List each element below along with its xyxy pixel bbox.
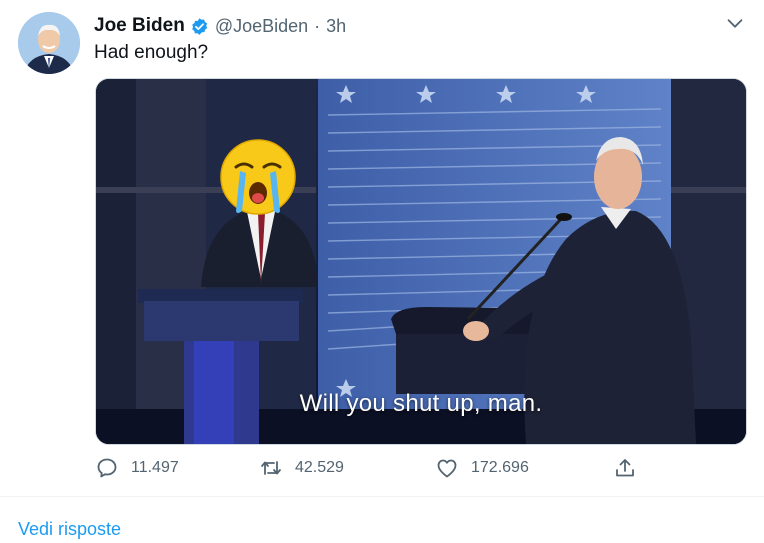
- like-count: 172.696: [471, 459, 529, 476]
- share-button[interactable]: [613, 456, 649, 480]
- divider: [0, 496, 764, 497]
- tweet-media[interactable]: Will you shut up, man.: [95, 78, 747, 445]
- tweet-text: Had enough?: [94, 42, 209, 63]
- media-caption: Will you shut up, man.: [299, 390, 543, 417]
- author-name[interactable]: Joe Biden: [94, 15, 185, 37]
- tweet-header: Joe Biden @JoeBiden · 3h: [94, 14, 346, 38]
- avatar[interactable]: [18, 12, 80, 74]
- tweet-time[interactable]: 3h: [326, 16, 346, 37]
- retweet-count: 42.529: [295, 459, 344, 476]
- action-bar: 11.497 42.529 172.696: [95, 456, 745, 484]
- retweet-icon: [261, 461, 281, 475]
- retweet-button[interactable]: 42.529: [259, 456, 344, 480]
- share-icon: [616, 459, 634, 477]
- verified-badge-icon: [190, 17, 209, 36]
- chevron-down-icon[interactable]: [724, 12, 746, 34]
- like-button[interactable]: 172.696: [435, 456, 529, 480]
- reply-button[interactable]: 11.497: [95, 456, 179, 480]
- crying-emoji-overlay: [220, 139, 296, 215]
- avatar-image: [18, 12, 80, 74]
- see-replies-link[interactable]: Vedi risposte: [18, 519, 121, 540]
- like-icon: [437, 459, 457, 478]
- separator: ·: [314, 15, 321, 36]
- author-handle[interactable]: @JoeBiden: [215, 16, 308, 37]
- reply-count: 11.497: [131, 459, 179, 476]
- reply-icon: [97, 458, 117, 478]
